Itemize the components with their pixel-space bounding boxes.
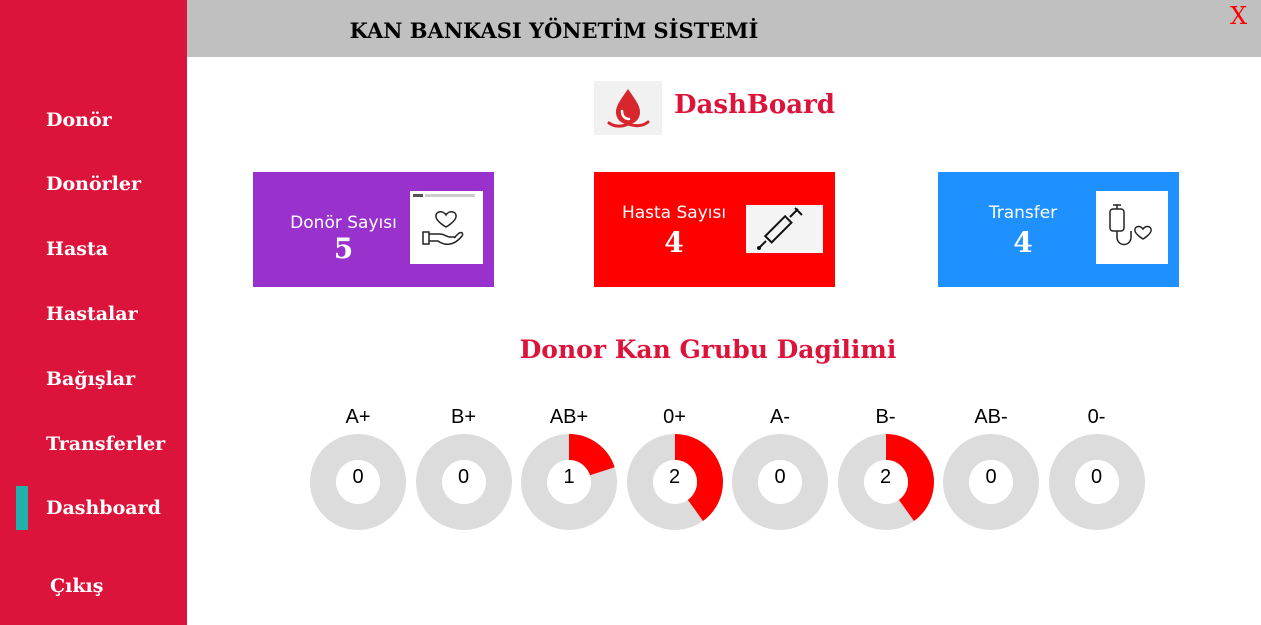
sidebar-item-donations[interactable]: Bağışlar xyxy=(46,368,135,390)
blood-group-count: 2 xyxy=(879,466,892,488)
card-value: 5 xyxy=(333,232,354,265)
card-value: 4 xyxy=(1013,226,1033,259)
sidebar-item-transfers[interactable]: Transferler xyxy=(46,433,165,455)
blood-group-label: A- xyxy=(770,406,790,428)
syringe-icon xyxy=(746,205,823,253)
blood-group-count: 0 xyxy=(985,466,997,488)
sidebar: Donör Donörler Hasta Hastalar Bağışlar T… xyxy=(0,0,187,625)
close-button[interactable]: X xyxy=(1230,2,1247,30)
blood-group-count: 2 xyxy=(668,466,681,488)
blood-drop-hand-icon xyxy=(594,81,662,135)
transfer-count-card: Transfer 4 xyxy=(938,172,1179,287)
blood-group-count: 1 xyxy=(563,466,575,488)
iv-bag-heart-icon xyxy=(1096,191,1168,264)
donor-count-card: Donör Sayısı 5 xyxy=(253,172,494,287)
blood-group-label: A+ xyxy=(345,406,371,428)
blood-group-label: AB- xyxy=(974,406,1008,428)
page-title: DashBoard xyxy=(674,90,835,120)
sidebar-item-patients[interactable]: Hastalar xyxy=(46,303,138,325)
sidebar-item-donor[interactable]: Donör xyxy=(46,109,112,131)
blood-group-count: 0 xyxy=(457,466,470,488)
heart-in-hand-icon xyxy=(410,191,483,264)
card-label: Donör Sayısı xyxy=(290,213,397,233)
blood-group-label: AB+ xyxy=(549,406,589,428)
card-value: 4 xyxy=(664,226,684,259)
patient-count-card: Hasta Sayısı 4 xyxy=(594,172,835,287)
blood-group-distribution-title: Donor Kan Grubu Dagilimi xyxy=(519,335,897,364)
card-label: Hasta Sayısı xyxy=(621,203,727,223)
logout-button[interactable]: Çıkış xyxy=(50,575,103,597)
blood-group-label: 0+ xyxy=(663,406,686,428)
sidebar-item-patient[interactable]: Hasta xyxy=(46,238,108,260)
blood-group-label: 0- xyxy=(1087,406,1106,428)
card-label: Transfer xyxy=(988,203,1058,223)
blood-group-count: 0 xyxy=(1090,466,1103,488)
sidebar-item-dashboard[interactable]: Dashboard xyxy=(46,497,161,519)
blood-group-count: 0 xyxy=(352,466,364,488)
sidebar-item-donors[interactable]: Donörler xyxy=(46,173,141,195)
active-item-marker xyxy=(16,486,28,530)
blood-group-count: 0 xyxy=(774,466,786,488)
blood-group-label: B- xyxy=(875,406,896,428)
blood-group-label: B+ xyxy=(450,406,477,428)
app-title: KAN BANKASI YÖNETİM SİSTEMİ xyxy=(349,18,759,43)
